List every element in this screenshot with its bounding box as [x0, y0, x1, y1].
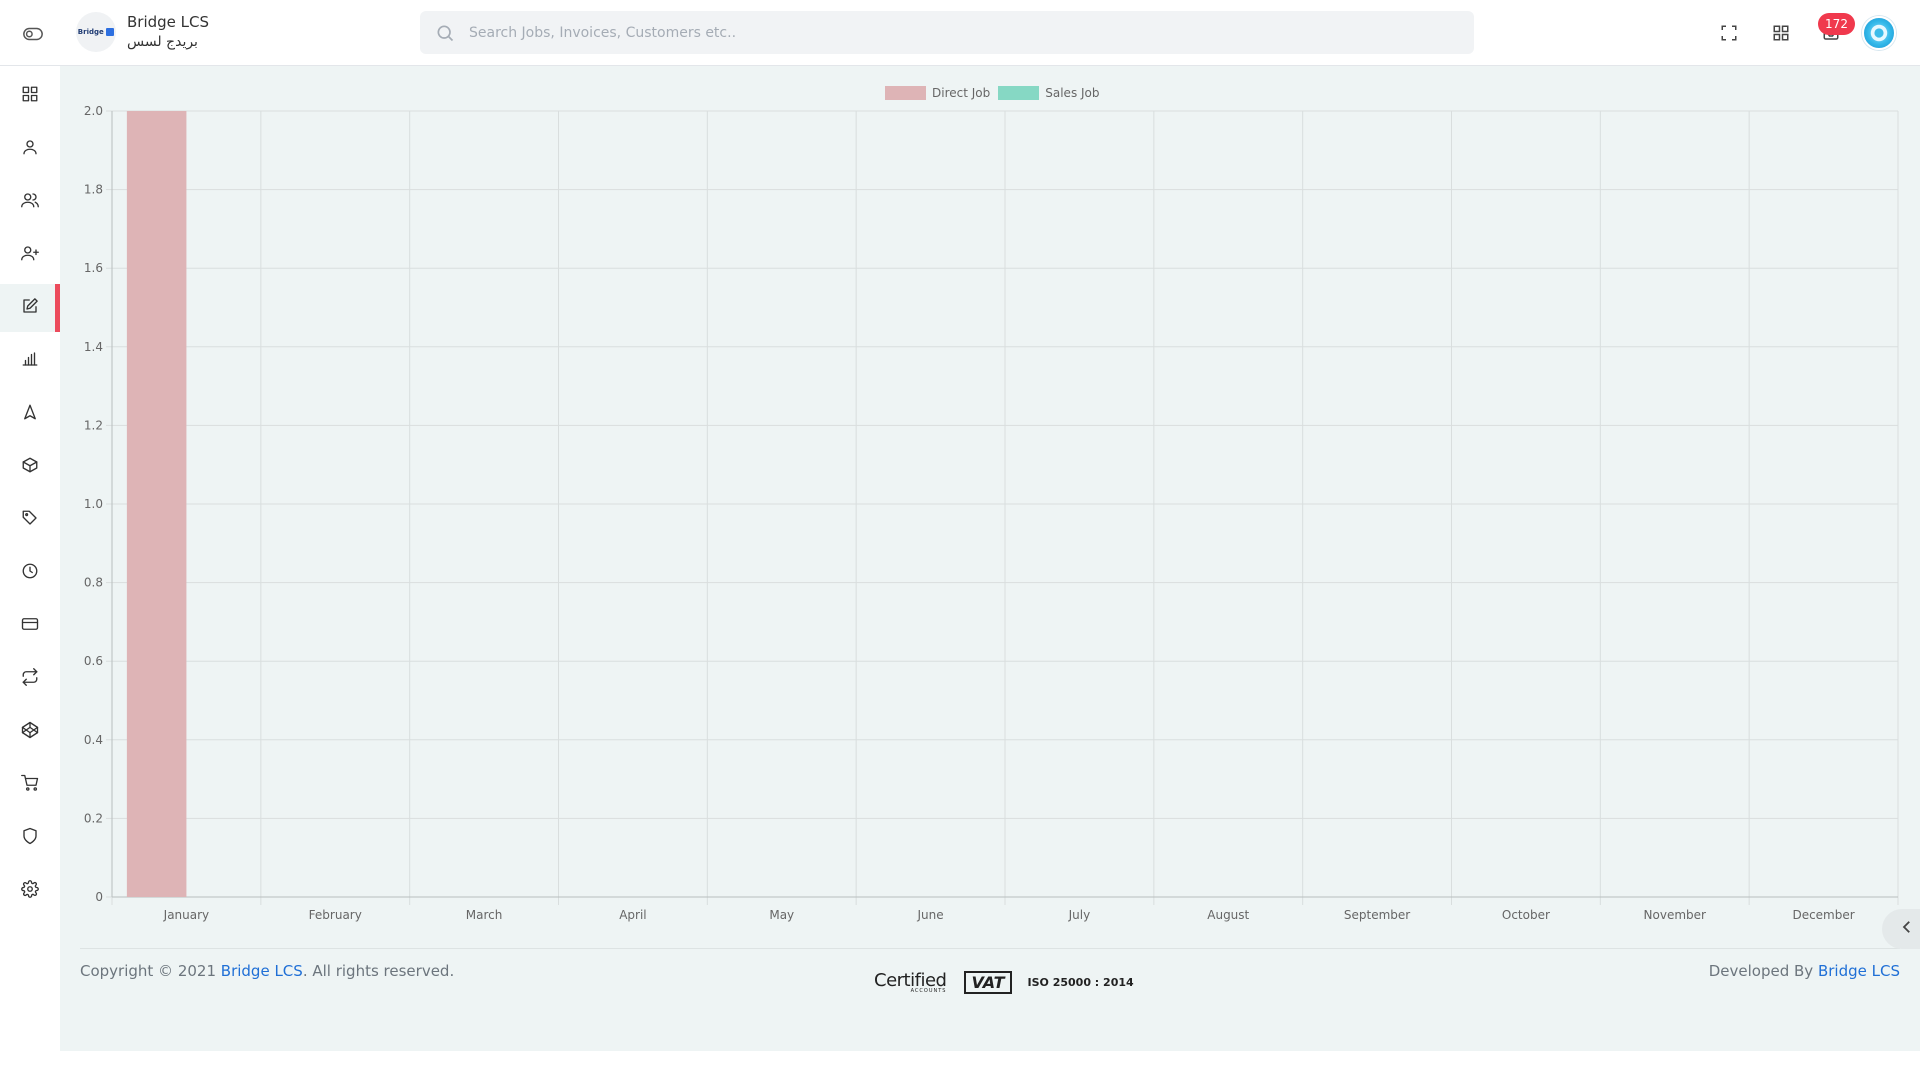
sidebar-item-bar-chart[interactable] — [0, 337, 60, 385]
y-tick-label: 0.8 — [84, 576, 103, 590]
y-tick-label: 0.2 — [84, 811, 103, 825]
sidebar-item-users[interactable] — [0, 178, 60, 226]
box-icon — [21, 456, 39, 479]
dashboard-icon — [21, 85, 39, 108]
search-input[interactable] — [469, 24, 1369, 41]
shield-icon — [21, 827, 39, 850]
copyright-link[interactable]: Bridge LCS — [221, 962, 303, 980]
x-tick-label: November — [1644, 908, 1706, 922]
apps-grid-icon[interactable] — [1768, 20, 1794, 46]
sidebar-item-clock[interactable] — [0, 549, 60, 597]
sidebar-item-repeat[interactable] — [0, 655, 60, 703]
eye-icon[interactable] — [20, 21, 46, 47]
cart-icon — [21, 774, 39, 797]
y-tick-label: 1.4 — [84, 340, 103, 354]
top-navbar: Bridge Bridge LCS بريدج لسس 172 — [0, 0, 1920, 66]
credit-card-icon — [21, 615, 39, 638]
brand-name-arabic: بريدج لسس — [127, 34, 198, 50]
certified-logo: Certified ACCOUNTS — [874, 970, 947, 994]
x-tick-label: September — [1344, 908, 1410, 922]
collapse-panel-button[interactable] — [1882, 909, 1920, 949]
certification-logos: Certified ACCOUNTS VAT ISO 25000 : 2014 — [874, 970, 1134, 994]
sidebar — [0, 66, 60, 1080]
x-tick-label: February — [309, 908, 362, 922]
sidebar-item-cart[interactable] — [0, 761, 60, 809]
users-icon — [21, 191, 39, 214]
x-tick-label: March — [466, 908, 503, 922]
brand[interactable]: Bridge Bridge LCS بريدج لسس — [76, 12, 209, 52]
sidebar-item-shield[interactable] — [0, 814, 60, 862]
sidebar-item-user-plus[interactable] — [0, 231, 60, 279]
sidebar-item-navigation[interactable] — [0, 390, 60, 438]
y-tick-label: 0.4 — [84, 733, 103, 747]
search-bar[interactable] — [420, 11, 1474, 54]
sidebar-item-user[interactable] — [0, 125, 60, 173]
copyright-text: Copyright © 2021 Bridge LCS. All rights … — [80, 962, 455, 980]
user-plus-icon — [21, 244, 39, 267]
bar-chart: 0 0.2 0.4 0.6 0.8 1.0 1.2 1.4 1.6 1.8 2.0 January Fe… — [84, 104, 1899, 922]
footer-divider — [80, 948, 1900, 949]
sidebar-item-edit[interactable] — [0, 284, 60, 332]
brand-name: Bridge LCS — [127, 13, 210, 31]
y-tick-label: 1.2 — [84, 418, 103, 432]
repeat-icon — [21, 667, 39, 691]
edit-icon — [21, 297, 39, 320]
sidebar-item-settings[interactable] — [0, 867, 60, 915]
y-tick-label: 1.0 — [84, 497, 103, 511]
settings-icon — [21, 879, 39, 903]
chevron-left-icon — [1898, 918, 1916, 941]
tag-icon — [21, 509, 39, 532]
iso-logo: ISO 25000 : 2014 — [1027, 975, 1134, 989]
x-tick-label: December — [1792, 908, 1854, 922]
clock-icon — [21, 562, 39, 585]
y-tick-label: 1.8 — [84, 183, 103, 197]
x-tick-label: October — [1502, 908, 1550, 922]
avatar[interactable] — [1862, 16, 1896, 50]
sidebar-item-dashboard[interactable] — [0, 72, 60, 120]
x-tick-label: July — [1068, 908, 1091, 922]
y-tick-label: 0 — [95, 890, 103, 904]
x-tick-label: June — [917, 908, 944, 922]
sidebar-item-credit-card[interactable] — [0, 602, 60, 650]
notification-badge[interactable]: 172 — [1818, 13, 1855, 35]
codepen-icon — [21, 721, 39, 744]
developer-credit: Developed By Bridge LCS — [1708, 962, 1900, 980]
fullscreen-icon[interactable] — [1716, 20, 1742, 46]
x-tick-label: April — [619, 908, 646, 922]
x-tick-label: August — [1207, 908, 1249, 922]
bar-direct-job — [126, 111, 187, 897]
x-tick-label: January — [163, 908, 210, 922]
search-icon — [435, 22, 457, 44]
x-tick-label: May — [769, 908, 794, 922]
sidebar-item-codepen[interactable] — [0, 708, 60, 756]
sidebar-item-box[interactable] — [0, 443, 60, 491]
sidebar-item-tag[interactable] — [0, 496, 60, 544]
developer-link[interactable]: Bridge LCS — [1818, 962, 1900, 980]
y-tick-label: 2.0 — [84, 104, 103, 118]
vat-logo: VAT — [964, 970, 1012, 994]
main-content: Direct Job Sales Job 0 0.2 0.4 0.6 0.8 1.0 1.2 1… — [60, 66, 1920, 1051]
brand-logo: Bridge — [76, 12, 116, 52]
navigation-icon — [21, 403, 39, 426]
y-tick-label: 0.6 — [84, 654, 103, 668]
y-tick-label: 1.6 — [84, 261, 103, 275]
user-icon — [21, 138, 39, 161]
bar-chart-icon — [21, 350, 39, 373]
